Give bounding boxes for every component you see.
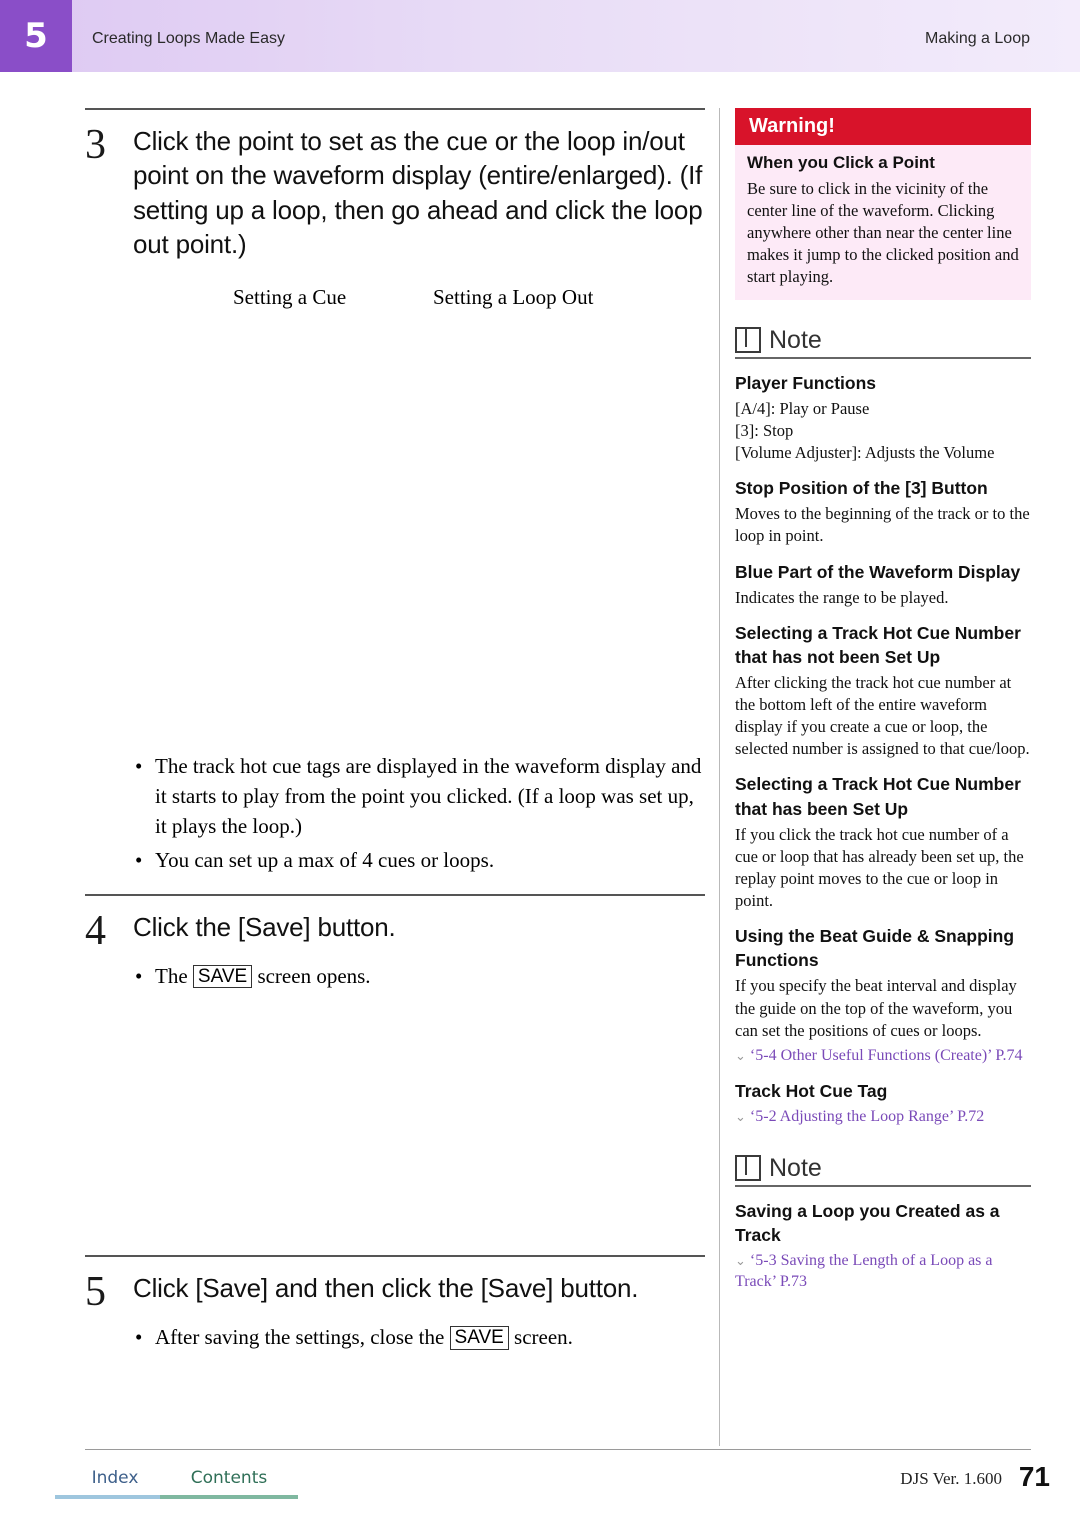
cross-reference-link[interactable]: ⌄ ‘5-3 Saving the Length of a Loop as a T… <box>735 1251 1031 1293</box>
list-item: • The SAVE screen opens. <box>135 962 705 992</box>
chapter-title: Creating Loops Made Easy <box>92 30 285 47</box>
note-section-track-hot-cue-tag: Track Hot Cue Tag ⌄ ‘5-2 Adjusting the Lo… <box>735 1079 1031 1128</box>
note-line: [A/4]: Play or Pause <box>735 398 870 418</box>
note-section-hot-cue-set: Selecting a Track Hot Cue Number that ha… <box>735 772 1031 912</box>
bullet-dot: • <box>135 754 143 779</box>
arrow-icon: ⌄ <box>735 1108 746 1124</box>
note-line: [Volume Adjuster]: Adjusts the Volume <box>735 443 995 463</box>
cross-reference-link[interactable]: ⌄ ‘5-2 Adjusting the Loop Range’ P.72 <box>735 1107 1031 1128</box>
footer-tab-index[interactable]: Index <box>55 1461 175 1499</box>
list-item: • After saving the settings, close the S… <box>135 1323 705 1353</box>
note-1-header: Note <box>735 326 1031 359</box>
note-1-label: Note <box>769 325 822 354</box>
left-column: 3 Click the point to set as the cue or t… <box>85 108 705 1357</box>
warning-title: When you Click a Point <box>747 153 935 172</box>
step-5: 5 Click [Save] and then click the [Save]… <box>85 1271 705 1313</box>
footer-version: DJS Ver. 1.600 <box>900 1469 1002 1488</box>
step-3-bullet-1: The track hot cue tags are displayed in … <box>155 754 702 838</box>
step-4-bullet-pre: The <box>155 963 193 988</box>
note-body: If you specify the beat interval and dis… <box>735 976 1017 1040</box>
step5-top-rule <box>85 1255 705 1258</box>
note-title: Track Hot Cue Tag <box>735 1080 888 1101</box>
note-title: Saving a Loop you Created as a Track <box>735 1200 1000 1245</box>
note-body: Indicates the range to be played. <box>735 587 949 607</box>
note-section-saving-loop: Saving a Loop you Created as a Track ⌄ ‘5… <box>735 1199 1031 1293</box>
step-4-text: Click the [Save] button. <box>133 911 396 942</box>
note-2-label: Note <box>769 1153 822 1182</box>
step-3-captions: Setting a Cue Setting a Loop Out <box>233 285 705 310</box>
caption-setting-a-cue: Setting a Cue <box>233 285 347 310</box>
step-5-text: Click [Save] and then click the [Save] b… <box>133 1273 639 1304</box>
step4-top-rule <box>85 893 705 896</box>
step-4-number: 4 <box>85 907 106 954</box>
step-3-text: Click the point to set as the cue or the… <box>133 126 703 259</box>
right-column: Warning! When you Click a Point Be sure … <box>735 108 1031 1292</box>
footer-divider <box>85 1449 1031 1450</box>
note-title: Player Functions <box>735 372 877 393</box>
save-screen-key: SAVE <box>449 1326 509 1351</box>
bullet-dot: • <box>135 963 143 988</box>
footer-tab-contents[interactable]: Contents <box>160 1461 298 1499</box>
warning-header: Warning! <box>735 108 1031 145</box>
bullet-dot: • <box>135 847 143 872</box>
bullet-dot: • <box>135 1325 143 1350</box>
list-item: • You can set up a max of 4 cues or loop… <box>135 846 705 876</box>
step-4-bullet-post: screen opens. <box>252 963 371 988</box>
note-book-icon <box>735 1155 761 1182</box>
warning-panel: Warning! When you Click a Point Be sure … <box>735 108 1031 300</box>
chapter-number-badge: 5 <box>0 0 72 72</box>
step-4-bullet-1: The SAVE screen opens. <box>155 962 705 992</box>
note-section-hot-cue-not-set: Selecting a Track Hot Cue Number that ha… <box>735 621 1031 761</box>
step-5-bullet-pre: After saving the settings, close the <box>155 1325 450 1350</box>
warning-body: When you Click a Point Be sure to click … <box>735 145 1031 300</box>
column-divider <box>719 108 720 1446</box>
note-section-blue-part: Blue Part of the Waveform Display Indica… <box>735 560 1031 609</box>
cross-reference-text: ‘5-4 Other Useful Functions (Create)’ P.… <box>749 1046 1023 1064</box>
note-section-player-functions: Player Functions [A/4]: Play or Pause [3… <box>735 371 1031 464</box>
note-title: Using the Beat Guide & Snapping Function… <box>735 926 1015 971</box>
note-section-stop-position: Stop Position of the [3] Button Moves to… <box>735 476 1031 547</box>
step-5-bullets: • After saving the settings, close the S… <box>135 1323 705 1353</box>
step-5-number: 5 <box>85 1269 106 1316</box>
note-body: Moves to the beginning of the track or t… <box>735 504 1030 546</box>
cross-reference-text: ‘5-2 Adjusting the Loop Range’ P.72 <box>749 1107 985 1125</box>
note-body: After clicking the track hot cue number … <box>735 673 1030 759</box>
step-3-bullet-2: You can set up a max of 4 cues or loops. <box>155 847 495 872</box>
arrow-icon: ⌄ <box>735 1252 746 1268</box>
step-5-bullet-post: screen. <box>508 1325 573 1350</box>
note-book-icon <box>735 327 761 354</box>
note-title: Blue Part of the Waveform Display <box>735 561 1021 582</box>
note-title: Selecting a Track Hot Cue Number that ha… <box>735 774 1021 819</box>
cross-reference-text: ‘5-3 Saving the Length of a Loop as a Tr… <box>735 1251 993 1290</box>
warning-text: Be sure to click in the vicinity of the … <box>747 179 1019 286</box>
step-3-number: 3 <box>85 122 106 168</box>
caption-setting-a-loop-out: Setting a Loop Out <box>433 285 594 310</box>
save-screen-key: SAVE <box>192 964 253 989</box>
note-line: [3]: Stop <box>735 420 794 440</box>
step-3-figure-area <box>85 310 705 740</box>
step-5-bullet-1: After saving the settings, close the SAV… <box>155 1323 705 1353</box>
step-3: 3 Click the point to set as the cue or t… <box>85 124 705 261</box>
list-item: • The track hot cue tags are displayed i… <box>135 752 705 841</box>
page-number: 71 <box>1018 1461 1050 1492</box>
page-header: 5 Creating Loops Made Easy Making a Loop <box>0 0 1080 72</box>
page-footer: Index Contents DJS Ver. 1.600 71 <box>0 1455 1080 1529</box>
section-title: Making a Loop <box>925 30 1030 47</box>
step-3-bullets: • The track hot cue tags are displayed i… <box>135 752 705 875</box>
note-body: If you click the track hot cue number of… <box>735 824 1024 911</box>
step-4: 4 Click the [Save] button. <box>85 910 705 952</box>
cross-reference-link[interactable]: ⌄ ‘5-4 Other Useful Functions (Create)’ P… <box>735 1046 1031 1067</box>
note-title: Selecting a Track Hot Cue Number that ha… <box>735 622 1021 667</box>
note-title: Stop Position of the [3] Button <box>735 478 988 499</box>
step-4-bullets: • The SAVE screen opens. <box>135 962 705 992</box>
arrow-icon: ⌄ <box>735 1047 746 1063</box>
step-4-figure-area <box>85 995 705 1255</box>
note-section-beat-guide: Using the Beat Guide & Snapping Function… <box>735 924 1031 1066</box>
step3-top-rule <box>85 108 705 110</box>
note-2-header: Note <box>735 1154 1031 1187</box>
